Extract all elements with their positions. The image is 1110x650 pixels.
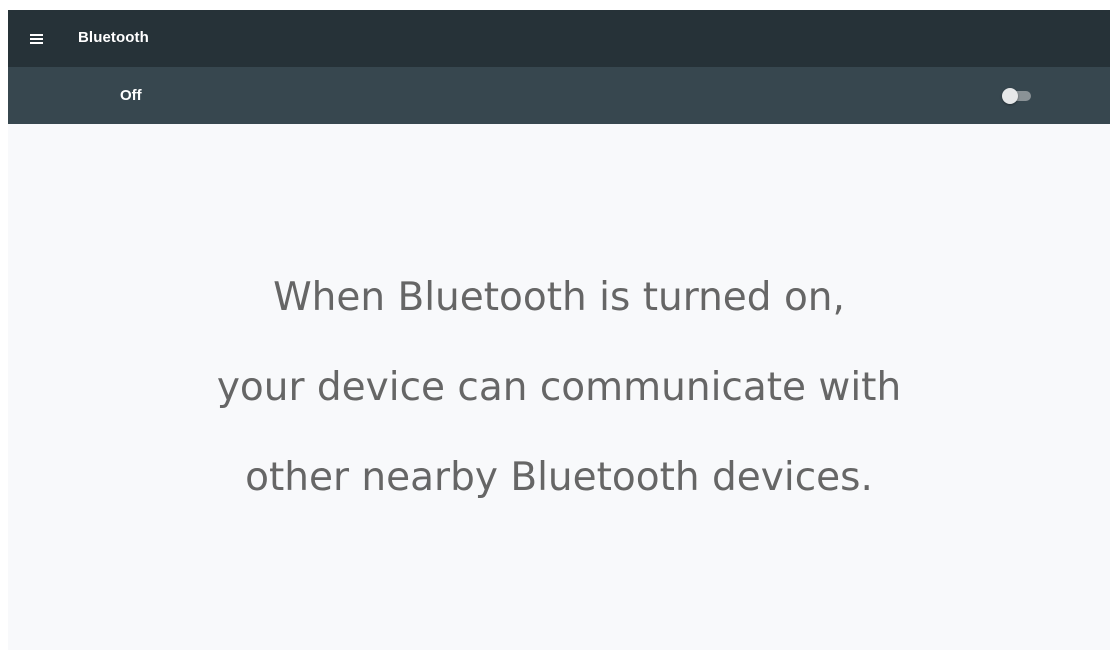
settings-screen: Bluetooth Off When Bluetooth is turned o… (8, 10, 1110, 650)
toggle-thumb[interactable] (1002, 88, 1018, 104)
message-line-3: other nearby Bluetooth devices. (245, 455, 873, 500)
app-bar: Bluetooth (8, 10, 1110, 67)
message-line-1: When Bluetooth is turned on, (273, 275, 845, 320)
bluetooth-off-message: When Bluetooth is turned on, your device… (8, 253, 1110, 523)
page-title: Bluetooth (78, 29, 149, 46)
menu-line-bottom (30, 42, 43, 44)
bluetooth-switch-bar[interactable]: Off (8, 67, 1110, 124)
menu-line-middle (30, 38, 43, 40)
bluetooth-toggle-switch[interactable] (1002, 88, 1034, 104)
menu-line-top (30, 34, 43, 36)
message-line-2: your device can communicate with (216, 365, 902, 410)
bluetooth-state-label: Off (120, 87, 142, 104)
hamburger-menu-icon[interactable] (28, 30, 46, 46)
